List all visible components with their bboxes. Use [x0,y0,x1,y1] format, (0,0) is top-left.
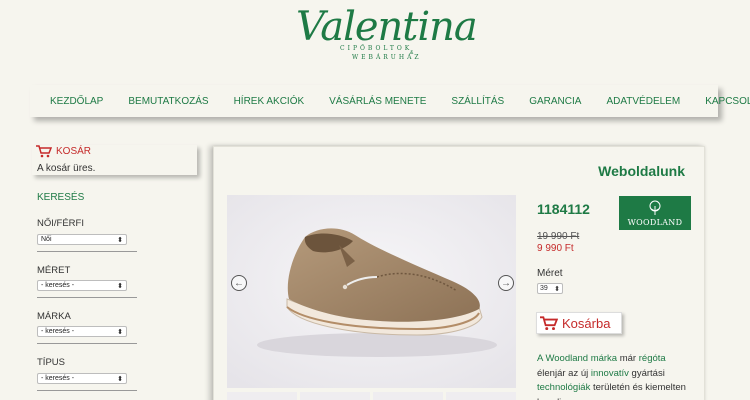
select-arrows-icon: ⬍ [117,282,123,290]
filter-type-label: TÍPUS [37,357,65,368]
filter-size-select[interactable]: - keresés - ⬍ [37,280,127,291]
cart-title[interactable]: KOSÁR [36,145,91,158]
filter-divider [37,390,137,391]
filter-type-select[interactable]: - keresés - ⬍ [37,373,127,384]
page-title: Weboldalunk [598,163,685,179]
arrow-left-icon: ← [234,277,244,289]
filter-gender-value: Női [41,236,52,243]
description-text: gyártási [631,367,665,379]
nav-item-about[interactable]: BEMUTATKOZÁS [128,96,208,107]
thumbnail[interactable] [373,392,443,400]
cart-title-label: KOSÁR [56,146,92,157]
nav-item-contact[interactable]: KAPCSOLAT [705,96,750,107]
product-photo[interactable]: ← → [227,195,516,388]
nav-item-home[interactable]: KEZDŐLAP [50,96,103,107]
nav-item-warranty[interactable]: GARANCIA [529,96,581,107]
filter-brand-label: MÁRKA [37,311,71,322]
description-link[interactable]: technológiák [537,382,590,393]
filter-divider [37,343,137,344]
thumbnail[interactable] [446,392,516,400]
size-value: 39 [540,285,548,292]
product-panel: Weboldalunk ← → 1184112 WOODLAND 19 990 … [213,146,705,400]
select-arrows-icon: ⬍ [554,285,560,293]
thumbnail[interactable] [300,392,370,400]
filter-size-value: - keresés - [41,282,75,289]
description-text: területén és [593,382,643,393]
shoe-image [227,195,516,388]
filter-gender-select[interactable]: Női ⬍ [37,234,127,245]
logo-subtitle-webshop: WEBÁRUHÁZ [352,54,422,61]
next-image-button[interactable]: → [498,275,514,291]
nav-item-news[interactable]: HÍREK AKCIÓK [234,96,305,107]
description-text: már [619,353,637,364]
site-logo[interactable]: Valentina CIPŐBOLTOK & WEBÁRUHÁZ [296,4,478,62]
cart-panel: KOSÁR A kosár üres. [32,145,197,175]
tree-icon [649,200,661,215]
filter-type-value: - keresés - [41,375,75,382]
filter-divider [37,297,137,298]
logo-subtitle-shops: CIPŐBOLTOK [340,45,413,52]
thumbnail[interactable] [227,392,297,400]
cart-empty-text: A kosár üres. [37,163,96,174]
old-price: 19 990 Ft [537,231,580,242]
add-to-cart-label: Kosárba [562,315,611,331]
nav-item-privacy[interactable]: ADATVÉDELEM [606,96,680,107]
filter-brand-select[interactable]: - keresés - ⬍ [37,326,127,337]
cart-icon [540,315,558,330]
logo-script-text: Valentina [296,4,478,50]
prev-image-button[interactable]: ← [231,275,247,291]
cart-icon [36,145,52,158]
filter-divider [37,251,137,252]
filter-gender-label: NŐI/FÉRFI [37,218,84,229]
description-text: élenjár az új [537,367,589,379]
arrow-right-icon: → [501,277,511,289]
search-title: KERESÉS [37,192,85,203]
product-description: A Woodland márka már régóta élenjár az ú… [537,352,687,400]
main-nav: KEZDŐLAP BEMUTATKOZÁS HÍREK AKCIÓK VÁSÁR… [30,85,750,117]
filter-brand-value: - keresés - [41,328,75,335]
filter-size-label: MÉRET [37,265,71,276]
select-arrows-icon: ⬍ [117,236,123,244]
thumbnail-strip [227,392,516,400]
brand-logo[interactable]: WOODLAND [619,196,691,230]
size-label: Méret [537,268,563,279]
select-arrows-icon: ⬍ [117,375,123,383]
product-code: 1184112 [537,201,590,217]
sale-price: 9 990 Ft [537,243,574,254]
add-to-cart-button[interactable]: Kosárba [536,312,622,334]
description-link[interactable]: innovatív [591,368,629,379]
brand-name: WOODLAND [627,217,683,227]
nav-item-shipping[interactable]: SZÁLLÍTÁS [451,96,504,107]
description-brand-link[interactable]: A Woodland márka [537,353,617,364]
description-link[interactable]: régóta [639,353,666,364]
nav-item-purchase-process[interactable]: VÁSÁRLÁS MENETE [329,96,426,107]
select-arrows-icon: ⬍ [117,328,123,336]
size-select[interactable]: 39 ⬍ [537,283,563,294]
